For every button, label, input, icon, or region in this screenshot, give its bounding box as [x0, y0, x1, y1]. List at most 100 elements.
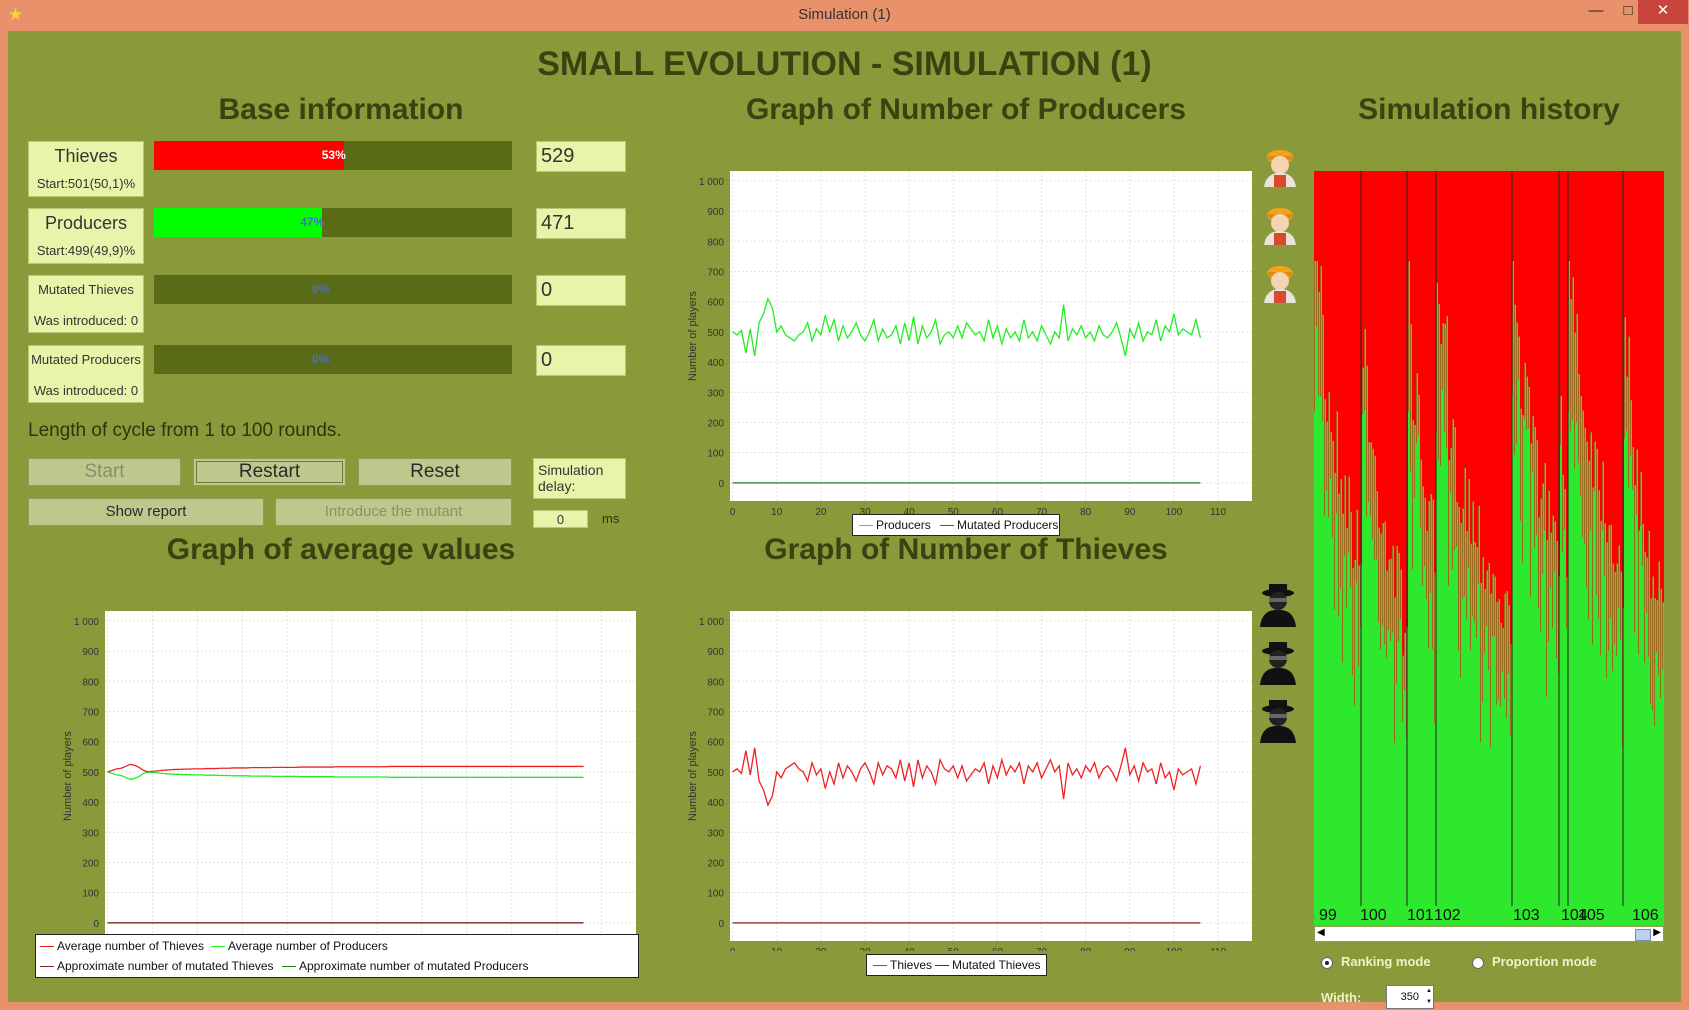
history-scrollbar[interactable]: ◀ ▶	[1314, 926, 1664, 942]
legend-label: Approximate number of mutated Producers	[299, 959, 529, 973]
producers-chart-legend: Producers Mutated Producers	[852, 514, 1060, 536]
close-button[interactable]: ✕	[1638, 0, 1688, 24]
width-value[interactable]: 350	[1401, 991, 1419, 1003]
history-mixed-column	[1428, 501, 1429, 649]
restart-button[interactable]: Restart	[193, 458, 346, 486]
history-mixed-column	[1556, 540, 1557, 659]
history-red-column	[1518, 171, 1520, 337]
history-mixed-column	[1396, 545, 1397, 685]
history-red-column	[1578, 171, 1580, 375]
history-mixed-column	[1538, 517, 1539, 609]
history-mixed-column	[1334, 472, 1335, 610]
history-mixed-column	[1522, 415, 1523, 563]
history-mixed-column	[1336, 411, 1337, 513]
ranking-mode-label: Ranking mode	[1341, 954, 1431, 969]
history-red-column	[1596, 171, 1598, 449]
history-mixed-column	[1654, 598, 1655, 727]
history-red-column	[1466, 171, 1468, 532]
history-mixed-column	[1422, 486, 1423, 586]
history-mixed-column	[1392, 545, 1393, 633]
history-red-column	[1418, 171, 1420, 396]
scroll-left-icon[interactable]: ◀	[1317, 927, 1325, 938]
history-red-column	[1416, 171, 1418, 374]
mutated-producers-name: Mutated Producers	[31, 352, 141, 367]
history-mixed-column	[1502, 628, 1503, 672]
history-red-column	[1476, 171, 1478, 548]
history-mixed-column	[1612, 563, 1613, 672]
y-tick-label: 100	[707, 889, 724, 900]
window-title: Simulation (1)	[798, 6, 891, 23]
spinner-down-icon[interactable]: ▼	[1426, 997, 1432, 1007]
history-mixed-column	[1574, 332, 1575, 469]
history-red-column	[1538, 171, 1540, 518]
history-mixed-column	[1408, 261, 1409, 412]
history-red-column	[1650, 171, 1652, 599]
history-red-column	[1540, 171, 1542, 499]
history-mixed-column	[1602, 461, 1603, 531]
width-label: Width:	[1321, 990, 1362, 1005]
history-red-column	[1584, 171, 1586, 428]
legend-swatch	[935, 965, 949, 967]
history-red-column	[1340, 171, 1342, 480]
x-tick-label: 40	[904, 947, 916, 951]
x-tick-label: 10	[771, 947, 783, 951]
history-mixed-column	[1572, 277, 1573, 420]
spinner-up-icon[interactable]: ▲	[1426, 986, 1432, 996]
history-red-column	[1628, 171, 1630, 337]
start-button[interactable]: Start	[28, 458, 181, 486]
history-red-column	[1580, 171, 1582, 396]
radio-unselected-icon[interactable]	[1472, 956, 1484, 969]
width-spinner[interactable]: 350 ▲ ▼	[1386, 985, 1434, 1009]
history-mixed-column	[1350, 512, 1351, 588]
history-red-column	[1624, 171, 1626, 318]
history-mixed-column	[1438, 303, 1439, 461]
history-mixed-column	[1586, 441, 1587, 589]
history-mixed-column	[1596, 448, 1597, 595]
x-tick-label: 20	[815, 947, 827, 951]
simulation-delay-input[interactable]: 0	[533, 510, 588, 528]
history-red-column	[1494, 171, 1496, 577]
history-red-column	[1370, 171, 1372, 443]
scroll-thumb[interactable]	[1635, 929, 1651, 941]
introduce-mutant-button[interactable]: Introduce the mutant	[275, 498, 512, 526]
history-mixed-column	[1390, 558, 1391, 641]
history-red-column	[1358, 171, 1360, 566]
history-red-column	[1484, 171, 1486, 589]
history-red-column	[1346, 171, 1348, 528]
y-tick-label: 400	[707, 358, 724, 369]
mutated-thieves-progress-label: 0%	[312, 282, 330, 296]
history-red-column	[1430, 171, 1432, 495]
history-mixed-column	[1644, 551, 1645, 663]
ranking-mode-radio[interactable]: Ranking mode	[1321, 954, 1431, 969]
history-red-column	[1564, 171, 1566, 490]
history-red-column	[1524, 171, 1526, 364]
producers-progress-bar: 47%	[154, 208, 512, 237]
reset-button[interactable]: Reset	[358, 458, 512, 486]
proportion-mode-radio[interactable]: Proportion mode	[1472, 954, 1597, 969]
history-mixed-column	[1480, 582, 1481, 743]
history-mixed-column	[1590, 432, 1591, 531]
history-mixed-column	[1452, 419, 1453, 570]
history-mixed-column	[1416, 373, 1417, 444]
minimize-button[interactable]: —	[1580, 0, 1612, 24]
show-report-button[interactable]: Show report	[28, 498, 264, 526]
history-mixed-column	[1384, 521, 1385, 645]
scroll-right-icon[interactable]: ▶	[1653, 927, 1661, 938]
history-red-column	[1404, 171, 1406, 633]
history-red-column	[1328, 171, 1330, 393]
history-red-column	[1372, 171, 1374, 449]
history-red-column	[1338, 171, 1340, 494]
history-mixed-column	[1418, 395, 1419, 436]
thieves-count: 529	[536, 141, 626, 172]
history-mixed-column	[1518, 336, 1519, 380]
history-red-column	[1348, 171, 1350, 477]
history-red-column	[1330, 171, 1332, 432]
history-graph	[1314, 171, 1664, 906]
history-mixed-column	[1562, 474, 1563, 553]
y-tick-label: 500	[707, 768, 724, 779]
radio-selected-icon[interactable]	[1321, 956, 1333, 969]
history-red-column	[1488, 171, 1490, 564]
history-mixed-column	[1532, 416, 1533, 473]
thieves-chart: 0 100 200 300 400 500 600 700 800 900 1 000 0 10 20 30…	[687, 611, 1252, 951]
simulation-delay-label: Simulation delay:	[533, 458, 626, 499]
